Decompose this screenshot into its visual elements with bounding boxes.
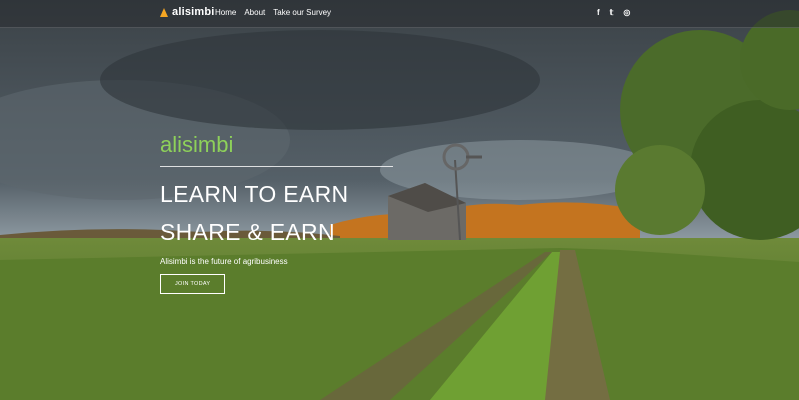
hero-tagline: Alisimbi is the future of agribusiness <box>160 257 288 266</box>
instagram-icon[interactable]: ◎ <box>623 8 630 17</box>
divider <box>160 166 393 167</box>
nav-link-survey[interactable]: Take our Survey <box>273 8 331 17</box>
hero-brand: alisimbi <box>160 132 234 157</box>
hero-content: alisimbi LEARN TO EARN SHARE & EARN Alis… <box>160 132 400 294</box>
twitter-icon[interactable]: 𝕥 <box>610 8 614 17</box>
site-logo[interactable]: alisimbi <box>160 6 215 18</box>
facebook-icon[interactable]: f <box>597 8 600 17</box>
nav-menu: Home About Take our Survey <box>215 8 331 17</box>
nav-link-about[interactable]: About <box>244 8 265 17</box>
logo-triangle-icon <box>160 7 168 17</box>
top-navbar: alisimbi Home About Take our Survey f 𝕥 … <box>0 0 799 28</box>
headline-learn: LEARN TO EARN <box>160 181 349 207</box>
nav-link-home[interactable]: Home <box>215 8 236 17</box>
social-links: f 𝕥 ◎ <box>597 8 630 17</box>
hero-section: alisimbi Home About Take our Survey f 𝕥 … <box>0 0 799 400</box>
headline-share: SHARE & EARN <box>160 219 335 245</box>
logo-text: alisimbi <box>172 6 215 18</box>
join-today-button[interactable]: JOIN TODAY <box>160 274 226 294</box>
